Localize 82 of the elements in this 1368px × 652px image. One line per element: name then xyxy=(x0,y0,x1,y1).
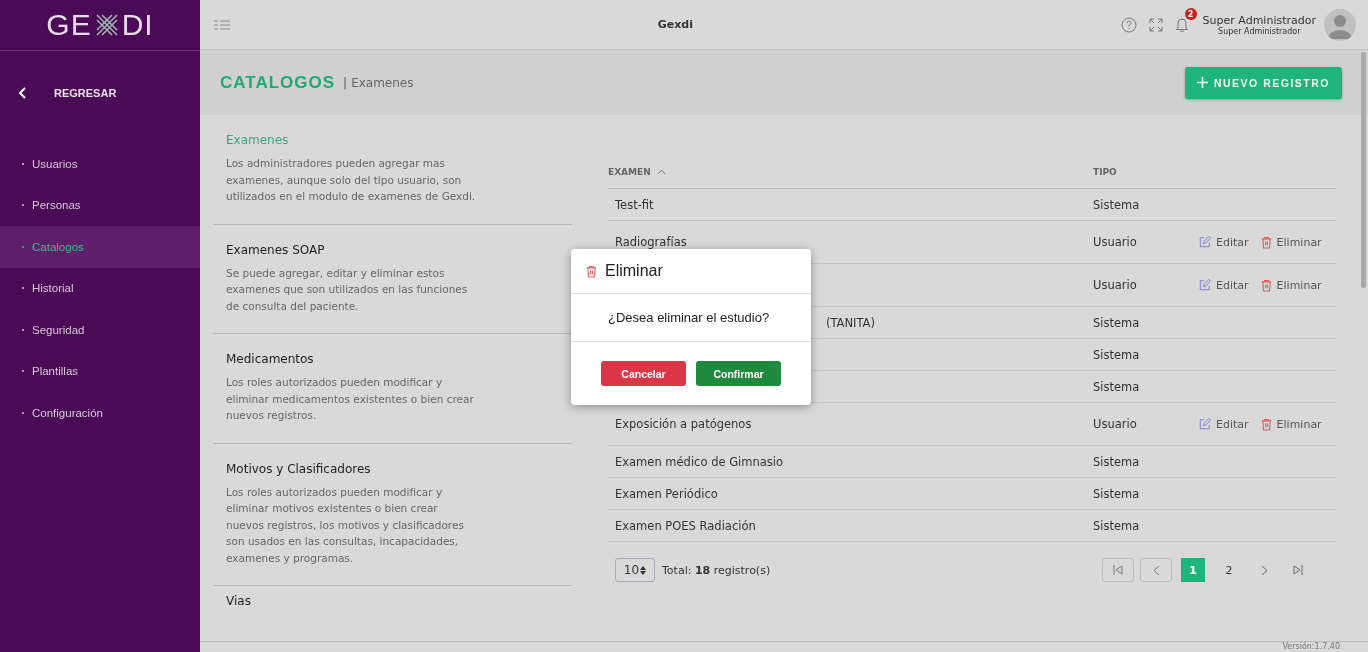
previous-page-button[interactable] xyxy=(1140,558,1172,582)
edit-button[interactable]: Editar xyxy=(1199,235,1249,249)
table-cell: Sistema xyxy=(1093,454,1140,469)
chevron-left-icon xyxy=(18,87,26,99)
table-cell: Sistema xyxy=(1093,197,1140,212)
total-records: Total: 18 registro(s) xyxy=(662,563,772,577)
bell-icon[interactable] xyxy=(1174,17,1189,32)
scrollbar[interactable] xyxy=(1361,52,1366,288)
table-cell: Sistema xyxy=(1093,347,1140,362)
fullscreen-icon[interactable] xyxy=(1148,17,1163,32)
table-cell: Examen médico de Gimnasio xyxy=(615,454,784,469)
table-cell: Usuario xyxy=(1093,417,1137,431)
logo-icon xyxy=(93,12,120,38)
app-title: Gexdi xyxy=(656,18,694,31)
chevron-right-icon xyxy=(1260,564,1268,576)
table-cell: Examen POES Radiación xyxy=(615,518,756,533)
table-cell: Sistema xyxy=(1093,379,1140,394)
catalog-description: Los roles autorizados pueden modificar y eliminar motivos existentes o bien crear nuevos registros, los motivos y clasificadores son usados en las consultas, incapacidades, examenes y programas. xyxy=(226,484,465,566)
edit-icon xyxy=(1199,279,1211,291)
page-title: CATALOGOS xyxy=(220,72,336,93)
version-text: Versión:1.7.40 xyxy=(1282,642,1340,651)
page-size-select[interactable]: 10 xyxy=(615,558,655,582)
nav-item[interactable]: Seguridad xyxy=(0,309,200,351)
logo-text: DI xyxy=(121,8,154,42)
nav-item[interactable]: Catalogos xyxy=(0,226,200,268)
avatar-icon[interactable] xyxy=(1324,8,1356,41)
table-cell: Sistema xyxy=(1093,315,1140,330)
table-cell: Sistema xyxy=(1093,486,1140,501)
sort-arrows-icon xyxy=(640,565,647,575)
catalog-description: Los administradores pueden agregar mas examenes, aunque solo del tipo usuario, son utilizados en el modulo de examenes de Gexdi. xyxy=(226,156,476,204)
page-button[interactable]: 1 xyxy=(1181,558,1205,582)
trash-icon xyxy=(586,264,597,278)
dialog-message: ¿Desea eliminar el estudio? xyxy=(608,310,770,325)
help-icon[interactable] xyxy=(1120,16,1137,33)
user-role: Super Administrador xyxy=(1218,26,1301,36)
table-cell: Usuario xyxy=(1093,278,1137,292)
page-subtitle: Examenes xyxy=(351,75,415,90)
chevron-left-icon xyxy=(1152,564,1160,576)
edit-button[interactable]: Editar xyxy=(1199,278,1249,292)
nav-item[interactable]: Configuración xyxy=(0,392,200,434)
trash-icon xyxy=(1260,278,1272,292)
table-cell: Usuario xyxy=(1093,235,1137,249)
first-page-icon xyxy=(1113,565,1123,575)
catalog-description: Los roles autorizados pueden modificar y eliminar medicamentos existentes o bien crear nuevos registros. xyxy=(226,375,475,423)
table-cell: Sistema xyxy=(1093,518,1140,533)
edit-icon xyxy=(1199,418,1211,430)
page-button[interactable]: 2 xyxy=(1217,558,1241,582)
delete-button[interactable]: Eliminar xyxy=(1260,417,1322,431)
nav-item[interactable]: Historial xyxy=(0,267,200,309)
first-page-button[interactable] xyxy=(1102,558,1134,582)
table-cell: Radiografías xyxy=(615,235,687,249)
nav-item[interactable]: Plantillas xyxy=(0,350,200,392)
table-cell: Examen Periódico xyxy=(615,486,718,501)
confirm-button[interactable]: Confirmar xyxy=(696,361,781,386)
catalog-title[interactable]: Medicamentos xyxy=(226,352,559,366)
trash-icon xyxy=(1260,417,1272,431)
nav-item[interactable]: Personas xyxy=(0,184,200,226)
menu-icon[interactable] xyxy=(214,19,230,30)
back-button[interactable]: REGRESAR xyxy=(18,87,117,99)
plus-icon xyxy=(1196,77,1208,88)
trash-icon xyxy=(1260,235,1272,249)
user-name: Super Administrador xyxy=(1202,13,1316,27)
catalog-title[interactable]: Examenes SOAP xyxy=(226,242,559,257)
breadcrumb-separator: | xyxy=(343,75,348,90)
catalog-description: Se puede agregar, editar y eliminar estos examenes que son utilizados en las funciones de consulta del paciente. xyxy=(226,265,469,314)
logo-text: GE xyxy=(46,8,92,42)
table-cell: Exposición a patógenos xyxy=(615,417,752,431)
cancel-button[interactable]: Cancelar xyxy=(601,361,686,386)
edit-button[interactable]: Editar xyxy=(1199,417,1249,431)
last-page-icon xyxy=(1293,565,1303,575)
table-cell: Test-fit xyxy=(615,197,654,212)
edit-icon xyxy=(1199,236,1211,248)
nav-item[interactable]: Usuarios xyxy=(0,143,200,185)
table-cell: (TANITA) xyxy=(826,315,875,330)
delete-button[interactable]: Eliminar xyxy=(1260,235,1322,249)
column-header[interactable]: EXAMEN xyxy=(608,166,651,177)
notification-badge: 2 xyxy=(1184,8,1197,20)
delete-button[interactable]: Eliminar xyxy=(1260,278,1322,292)
catalog-title[interactable]: Motivos y Clasificadores xyxy=(226,461,559,476)
catalog-title[interactable]: Vias xyxy=(226,594,559,608)
column-header[interactable]: TIPO xyxy=(1093,166,1117,177)
dialog-title: Eliminar xyxy=(605,262,663,280)
